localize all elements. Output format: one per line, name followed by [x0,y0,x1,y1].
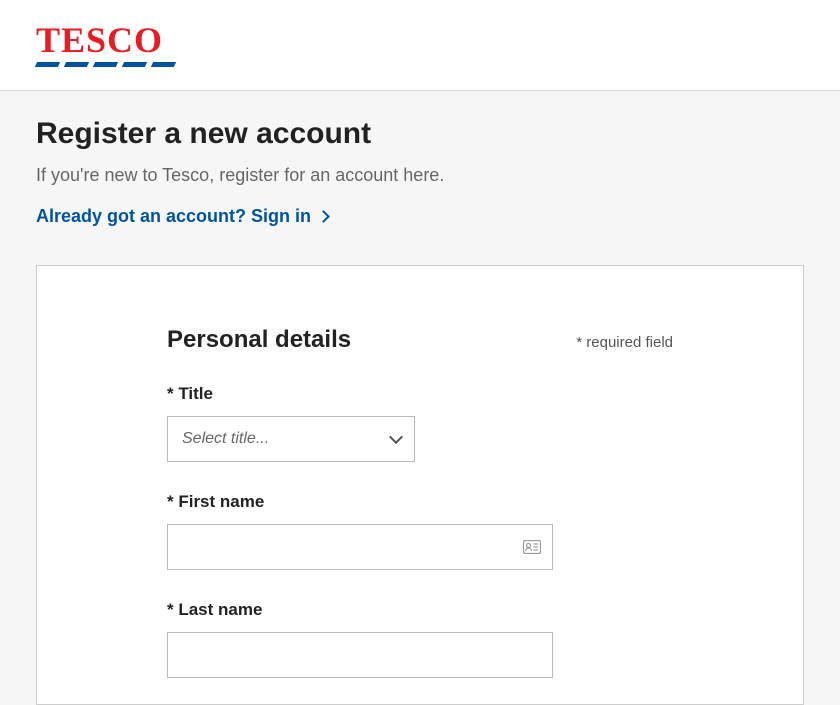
logo-dashes [36,62,175,67]
logo-text: TESCO [36,22,175,58]
site-header: TESCO [0,0,840,91]
title-field-group: * Title Select title... [167,384,673,462]
section-header: Personal details * required field [167,326,673,354]
tesco-logo[interactable]: TESCO [36,22,175,67]
title-select[interactable]: Select title... [167,416,415,462]
page-content: Register a new account If you're new to … [0,91,840,705]
form-card: Personal details * required field * Titl… [36,265,804,705]
page-title: Register a new account [36,117,804,151]
title-label: * Title [167,384,673,404]
title-select-placeholder: Select title... [167,416,415,462]
first-name-field-group: * First name [167,492,673,570]
last-name-label: * Last name [167,600,673,620]
section-title: Personal details [167,326,351,354]
chevron-right-icon [317,210,330,223]
signin-link[interactable]: Already got an account? Sign in [36,206,328,227]
first-name-input[interactable] [167,524,553,570]
last-name-field-group: * Last name [167,600,673,678]
required-note: * required field [576,334,673,351]
signin-link-text: Already got an account? Sign in [36,206,311,227]
first-name-label: * First name [167,492,673,512]
last-name-input[interactable] [167,632,553,678]
page-subtitle: If you're new to Tesco, register for an … [36,165,804,186]
